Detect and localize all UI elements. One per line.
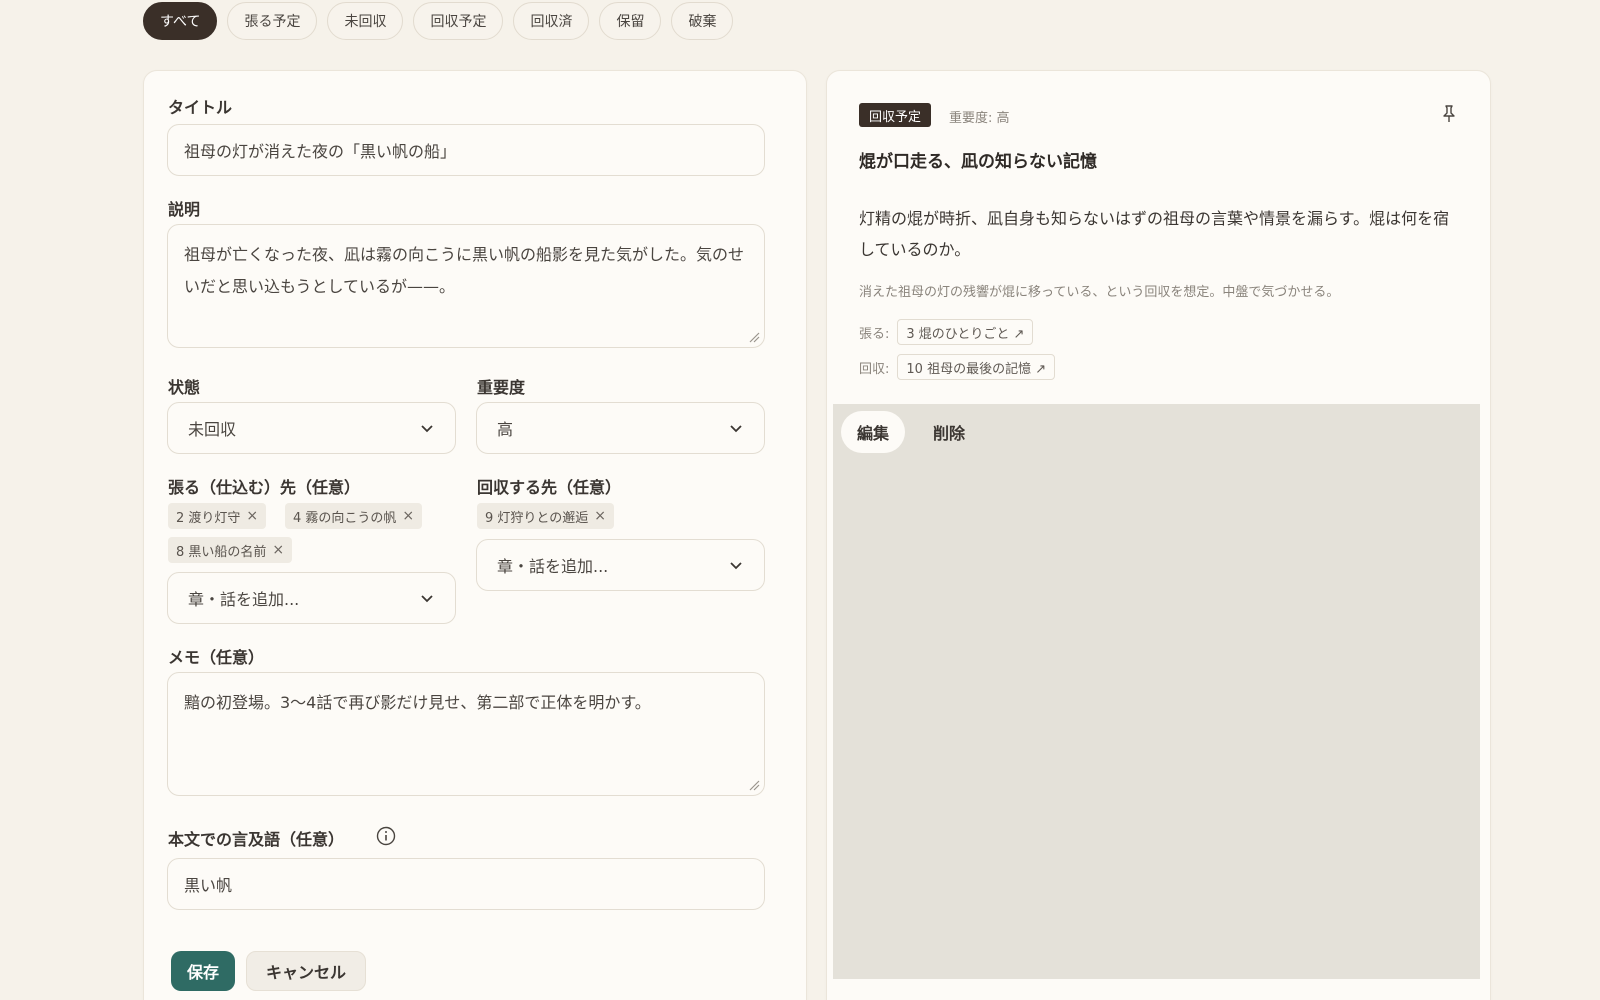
importance-label: 重要度 [477,378,526,397]
status-label: 状態 [168,378,201,397]
filter-chip-unresolved[interactable]: 未回収 [327,2,404,40]
payoff-target-label: 回収する先（任意） [477,478,622,497]
foreshadow-detail-card: 回収予定 重要度: 高 焜が口走る、凪の知らない記憶 灯精の焜が時折、凪自身も知… [826,70,1491,1000]
detail-actions-area [833,404,1480,979]
plant-link-prefix: 張る: [859,326,890,342]
memo-textarea[interactable]: 黯の初登場。3〜4話で再び影だけ見せ、第二部で正体を明かす。 [167,672,765,796]
plant-episode-link[interactable]: 3 焜のひとりごと ↗ [897,319,1034,345]
status-badge: 回収予定 [859,103,932,127]
memo-text: 黯の初登場。3〜4話で再び影だけ見せ、第二部で正体を明かす。 [184,693,651,712]
status-select-value: 未回収 [188,420,237,439]
title-input[interactable]: 祖母の灯が消えた夜の「黒い帆の船」 [167,124,765,176]
description-textarea[interactable]: 祖母が亡くなった夜、凪は霧の向こうに黒い帆の船影を見た気がした。気のせいだと思い… [167,224,765,348]
remove-tag-button[interactable]: × [246,508,258,524]
plant-tag-label: 4 霧の向こうの帆 [293,510,397,526]
plant-tag-label: 2 渡り灯守 [176,510,241,526]
filter-bar: すべて 張る予定 未回収 回収予定 回収済 保留 破棄 [143,2,734,40]
plant-tag: 8 黒い船の名前 × [168,537,293,563]
remove-tag-button[interactable]: × [594,508,606,524]
filter-chip-all[interactable]: すべて [143,2,218,40]
chevron-down-icon [730,562,742,570]
payoff-link-row: 回収: 10 祖母の最後の記憶 ↗ [859,354,1056,380]
filter-chip-payoff-planned[interactable]: 回収予定 [413,2,504,40]
detail-memo: 消えた祖母の灯の残響が焜に移っている、という回収を想定。中盤で気づかせる。 [859,285,1340,300]
plant-tag-label: 8 黒い船の名前 [176,544,267,560]
cancel-button[interactable]: キャンセル [246,951,366,991]
pin-icon[interactable] [1438,103,1460,125]
plant-target-label: 張る（仕込む）先（任意） [168,478,361,497]
chevron-down-icon [730,425,742,433]
plant-tag: 4 霧の向こうの帆 × [285,503,423,529]
plant-add-select[interactable]: 章・話を追加... [167,572,456,624]
chevron-down-icon [421,425,433,433]
resize-handle-icon[interactable] [748,331,760,343]
remove-tag-button[interactable]: × [272,542,284,558]
payoff-tag: 9 灯狩りとの邂逅 × [477,503,615,529]
edit-button[interactable]: 編集 [841,411,906,453]
payoff-add-placeholder: 章・話を追加... [497,557,609,576]
mention-input[interactable]: 黒い帆 [167,858,765,910]
importance-meta: 重要度: 高 [949,111,1010,126]
remove-tag-button[interactable]: × [402,508,414,524]
importance-select-value: 高 [497,420,514,439]
payoff-episode-link[interactable]: 10 祖母の最後の記憶 ↗ [897,354,1056,380]
description-label: 説明 [168,200,201,219]
plant-add-placeholder: 章・話を追加... [188,590,300,609]
plant-link-row: 張る: 3 焜のひとりごと ↗ [859,319,1034,345]
memo-label: メモ（任意） [168,648,265,667]
chevron-down-icon [421,595,433,603]
detail-title: 焜が口走る、凪の知らない記憶 [859,152,1097,172]
info-icon[interactable] [376,826,396,846]
importance-select[interactable]: 高 [476,402,765,454]
status-select[interactable]: 未回収 [167,402,456,454]
save-button[interactable]: 保存 [171,951,235,991]
title-label: タイトル [168,98,233,117]
filter-chip-resolved[interactable]: 回収済 [513,2,590,40]
description-text: 祖母が亡くなった夜、凪は霧の向こうに黒い帆の船影を見た気がした。気のせいだと思い… [184,245,745,296]
payoff-add-select[interactable]: 章・話を追加... [476,539,765,591]
resize-handle-icon[interactable] [748,779,760,791]
plant-tag: 2 渡り灯守 × [168,503,267,529]
mention-label: 本文での言及語（任意） [168,830,345,849]
payoff-tag-label: 9 灯狩りとの邂逅 [485,510,589,526]
filter-chip-planned[interactable]: 張る予定 [227,2,318,40]
payoff-link-prefix: 回収: [859,361,890,377]
detail-description: 灯精の焜が時折、凪自身も知らないはずの祖母の言葉や情景を漏らす。焜は何を宿してい… [859,209,1450,259]
delete-button[interactable]: 削除 [917,411,981,453]
filter-chip-discarded[interactable]: 破棄 [671,2,734,40]
filter-chip-on-hold[interactable]: 保留 [599,2,662,40]
